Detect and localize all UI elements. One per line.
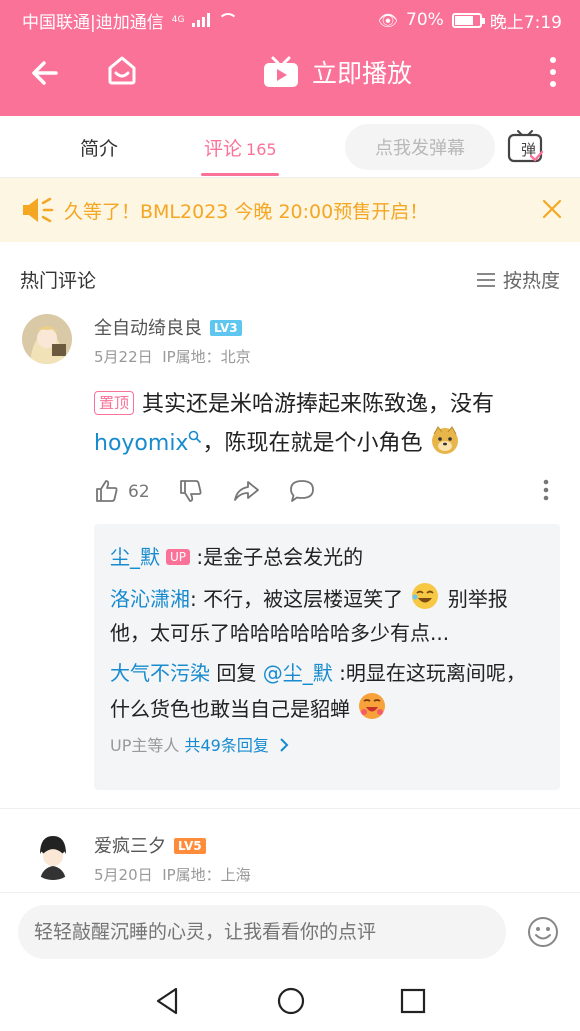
home-icon[interactable] [104,52,140,88]
comment-input-bar [0,892,580,972]
wifi-icon [218,13,239,27]
comment-input[interactable] [18,905,506,959]
pinned-tag: 置顶 [94,391,135,415]
avatar[interactable] [22,314,72,364]
header-title: 立即播放 [312,59,413,88]
reply-text: :是金子总会发光的 [196,545,364,569]
laughing-emoji-icon [412,583,439,609]
section-title: 热门评论 [20,270,97,292]
tab-comments-label: 评论 [204,138,243,160]
comment-text: 置顶 其实还是米哈游捧起来陈致逸，没有 hoyomix ，陈现在就是个小角色 [94,386,554,463]
battery-percent: 70% [406,10,444,30]
level-badge: LV5 [174,838,206,854]
dislike-icon[interactable] [178,478,204,504]
danmaku-input[interactable]: 点我发弹幕 [345,124,495,170]
tab-intro-label: 简介 [80,138,119,160]
status-bar: 中国联通|迪加通信 4G 👁 70% 晚上7:19 [0,0,580,40]
comment-location: IP属地：北京 [162,348,251,366]
comment-date: 5月20日 [94,866,153,884]
up-badge: UP [166,549,191,565]
danmaku-button-label: 弹 [521,141,536,159]
comment-meta: 5月20日 IP属地：上海 [94,864,251,885]
reply-username[interactable]: 尘_默 [110,545,160,569]
like-icon[interactable] [94,478,120,504]
play-now-title[interactable]: 立即播放 [262,54,412,90]
nav-row: 立即播放 [0,42,580,104]
close-icon[interactable] [540,197,564,221]
speaker-icon [23,197,54,223]
notice-text[interactable]: 久等了！BML2023 今晚 20:00预售开启！ [64,197,428,224]
nav-home-icon[interactable] [276,986,306,1016]
nav-recents-icon[interactable] [400,988,426,1014]
sort-button[interactable]: 按热度 [476,266,560,293]
tab-comments[interactable]: 评论 165 [204,134,277,161]
tv-play-icon [264,56,298,87]
battery-icon [451,12,485,28]
emoji-picker-icon[interactable] [526,915,560,949]
notice-banner: 久等了！BML2023 今晚 20:00预售开启！ [0,178,580,242]
comment-username[interactable]: 全自动绮良良 LV3 [94,314,242,340]
reply-mention[interactable]: @尘_默 [263,661,333,685]
back-arrow-icon[interactable] [28,56,62,90]
active-tab-indicator [201,173,279,176]
reply-count: 共49条回复 [184,736,269,755]
sort-icon [476,272,495,287]
reply-word: 回复 [216,661,257,685]
reply-preview[interactable]: 尘_默 UP :是金子总会发光的 洛沁潇湘: 不行，被这层楼逗笑了 别举报他，太可… [94,524,560,790]
comment-actions: 62 [94,476,554,506]
chevron-right-icon [280,738,289,752]
comment-username[interactable]: 爱疯三夕 LV5 [94,832,206,858]
eye-comfort-icon: 👁 [377,10,399,30]
reply-item: 洛沁潇湘: 不行，被这层楼逗笑了 别举报他，太可乐了哈哈哈哈哈哈多少有点... [110,580,544,650]
comment-more-icon[interactable] [542,478,550,502]
search-link[interactable]: hoyomix [94,430,202,456]
reply-icon[interactable] [288,478,316,504]
comment-text-part2: ，陈现在就是个小角色 [202,431,423,456]
like-count: 62 [128,482,150,502]
nav-back-icon[interactable] [154,986,180,1016]
reply-text: : 不行，被这层楼逗笑了 [190,587,404,611]
comment-count: 165 [246,140,277,159]
reply-item: 大气不污染 回复 @尘_默 :明显在这玩离间呢，什么货色也敢当自己是貂蝉 [110,656,544,726]
top-bar: 中国联通|迪加通信 4G 👁 70% 晚上7:19 立即播放 [0,0,580,116]
danmaku-placeholder: 点我发弹幕 [375,138,465,159]
view-all-replies[interactable]: UP主等人 共49条回复 [110,732,544,756]
network-label: 4G [171,15,185,25]
sort-label: 按热度 [502,270,560,292]
reply-username[interactable]: 大气不污染 [110,661,210,685]
level-badge: LV3 [210,320,242,336]
signal-icon [192,13,211,27]
comment-meta: 5月22日 IP属地：北京 [94,346,251,367]
system-nav-bar [0,972,580,1031]
reply-username[interactable]: 洛沁潇湘 [110,587,190,611]
comment-location: IP属地：上海 [162,866,251,884]
reply-summary: UP主等人 [110,736,180,755]
search-icon [189,430,202,444]
comment-date: 5月22日 [94,348,153,366]
drooling-emoji-icon [359,693,386,719]
share-icon[interactable] [232,478,260,504]
avatar[interactable] [28,830,78,880]
reply-item: 尘_默 UP :是金子总会发光的 [110,540,544,574]
clock: 晚上7:19 [489,12,562,33]
divider [0,808,580,809]
carrier-label: 中国联通|迪加通信 [22,12,164,33]
comment-text-part1: 其实还是米哈游捧起来陈致逸，没有 [142,392,495,417]
tab-intro[interactable]: 简介 [80,134,118,161]
doge-emoji-icon [432,426,459,454]
danmaku-toggle-icon[interactable]: 弹 [504,126,546,168]
more-vertical-icon[interactable] [548,56,558,88]
